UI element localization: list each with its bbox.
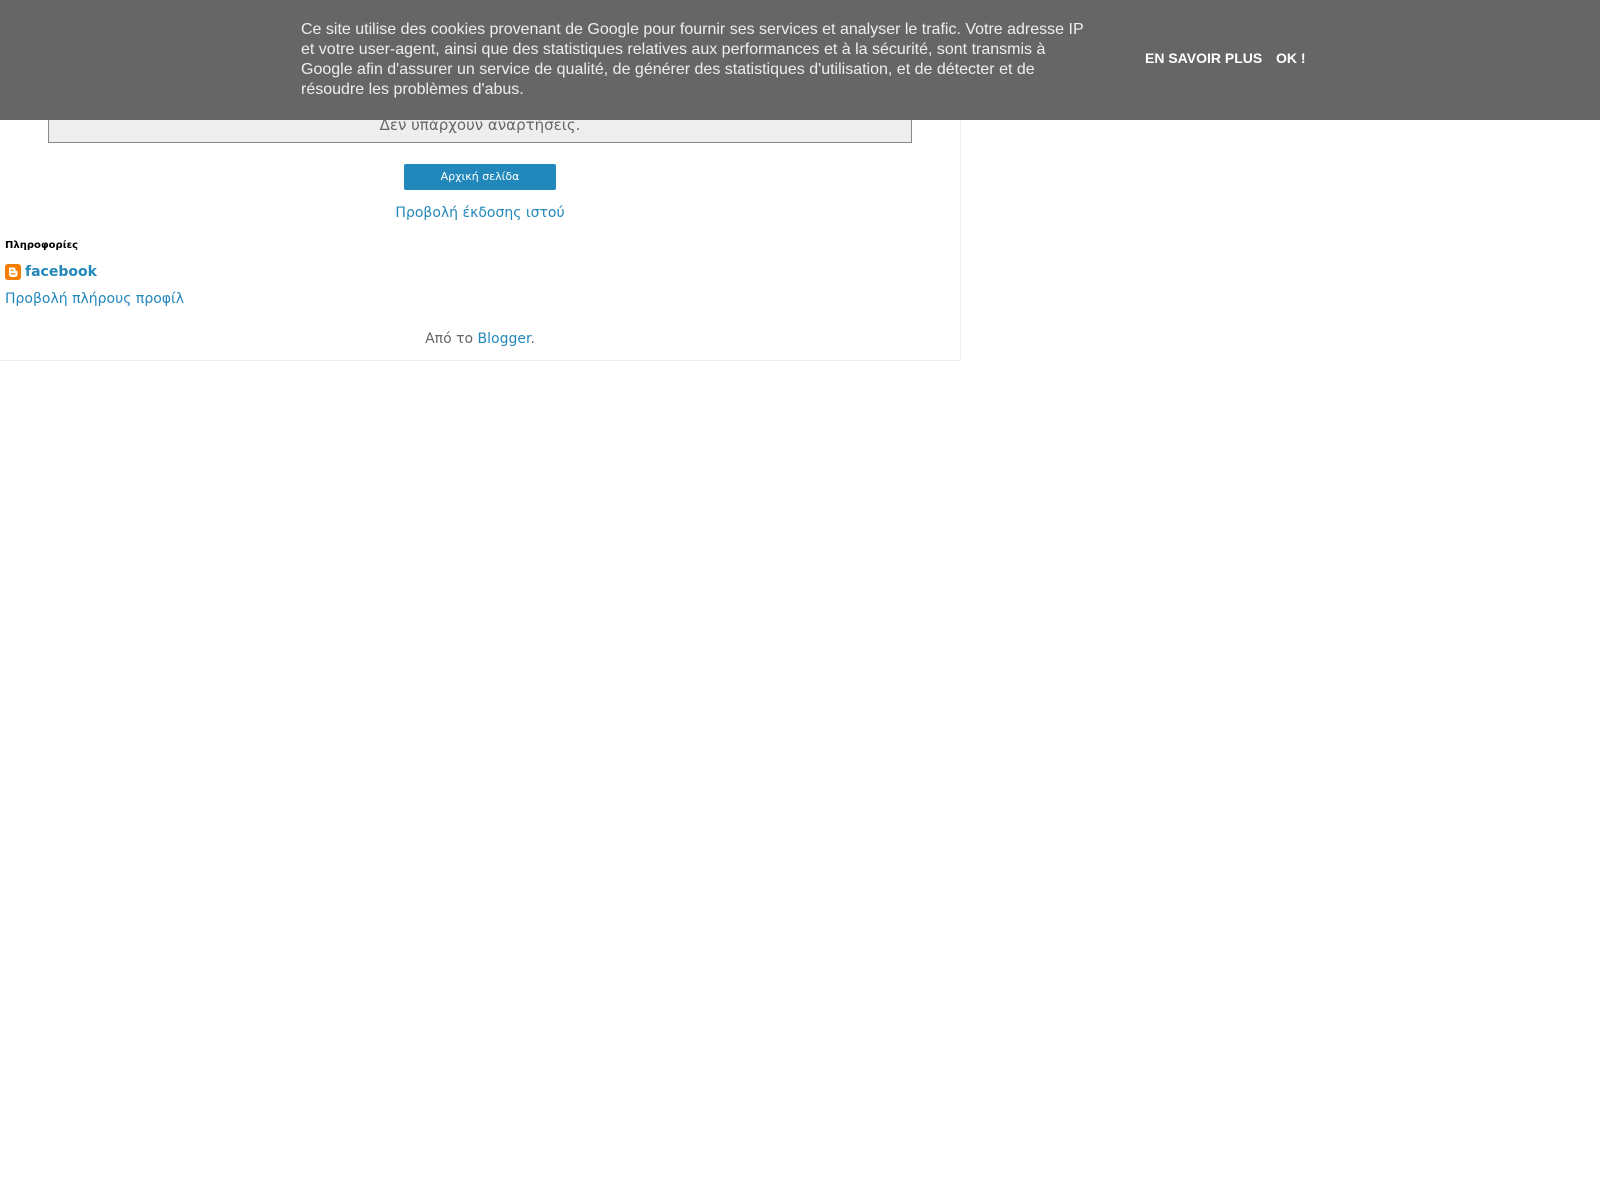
home-button[interactable]: Αρχική σελίδα bbox=[404, 164, 556, 190]
blogger-icon bbox=[5, 264, 21, 280]
blogger-link[interactable]: Blogger bbox=[478, 331, 531, 347]
profile-name-link[interactable]: facebook bbox=[25, 264, 97, 280]
cookie-banner-text: Ce site utilise des cookies provenant de… bbox=[301, 21, 1084, 98]
full-profile-link[interactable]: Προβολή πλήρους προφίλ bbox=[5, 291, 184, 307]
page: Δεν υπάρχουν αναρτήσεις. Αρχική σελίδα Π… bbox=[0, 0, 1600, 1200]
powered-by-prefix: Από το bbox=[425, 331, 478, 347]
profile-name-row: facebook bbox=[5, 263, 97, 281]
learn-more-button[interactable]: En savoir plus bbox=[1145, 50, 1262, 66]
powered-by-suffix: . bbox=[530, 331, 535, 347]
cookie-banner: Ce site utilise des cookies provenant de… bbox=[0, 0, 1600, 120]
ok-button[interactable]: OK ! bbox=[1276, 50, 1306, 66]
powered-by-footer: Από το Blogger. bbox=[330, 331, 630, 347]
web-version-link[interactable]: Προβολή έκδοσης ιστού bbox=[340, 205, 620, 221]
profile-widget-title: Πληροφορίες bbox=[5, 240, 79, 251]
